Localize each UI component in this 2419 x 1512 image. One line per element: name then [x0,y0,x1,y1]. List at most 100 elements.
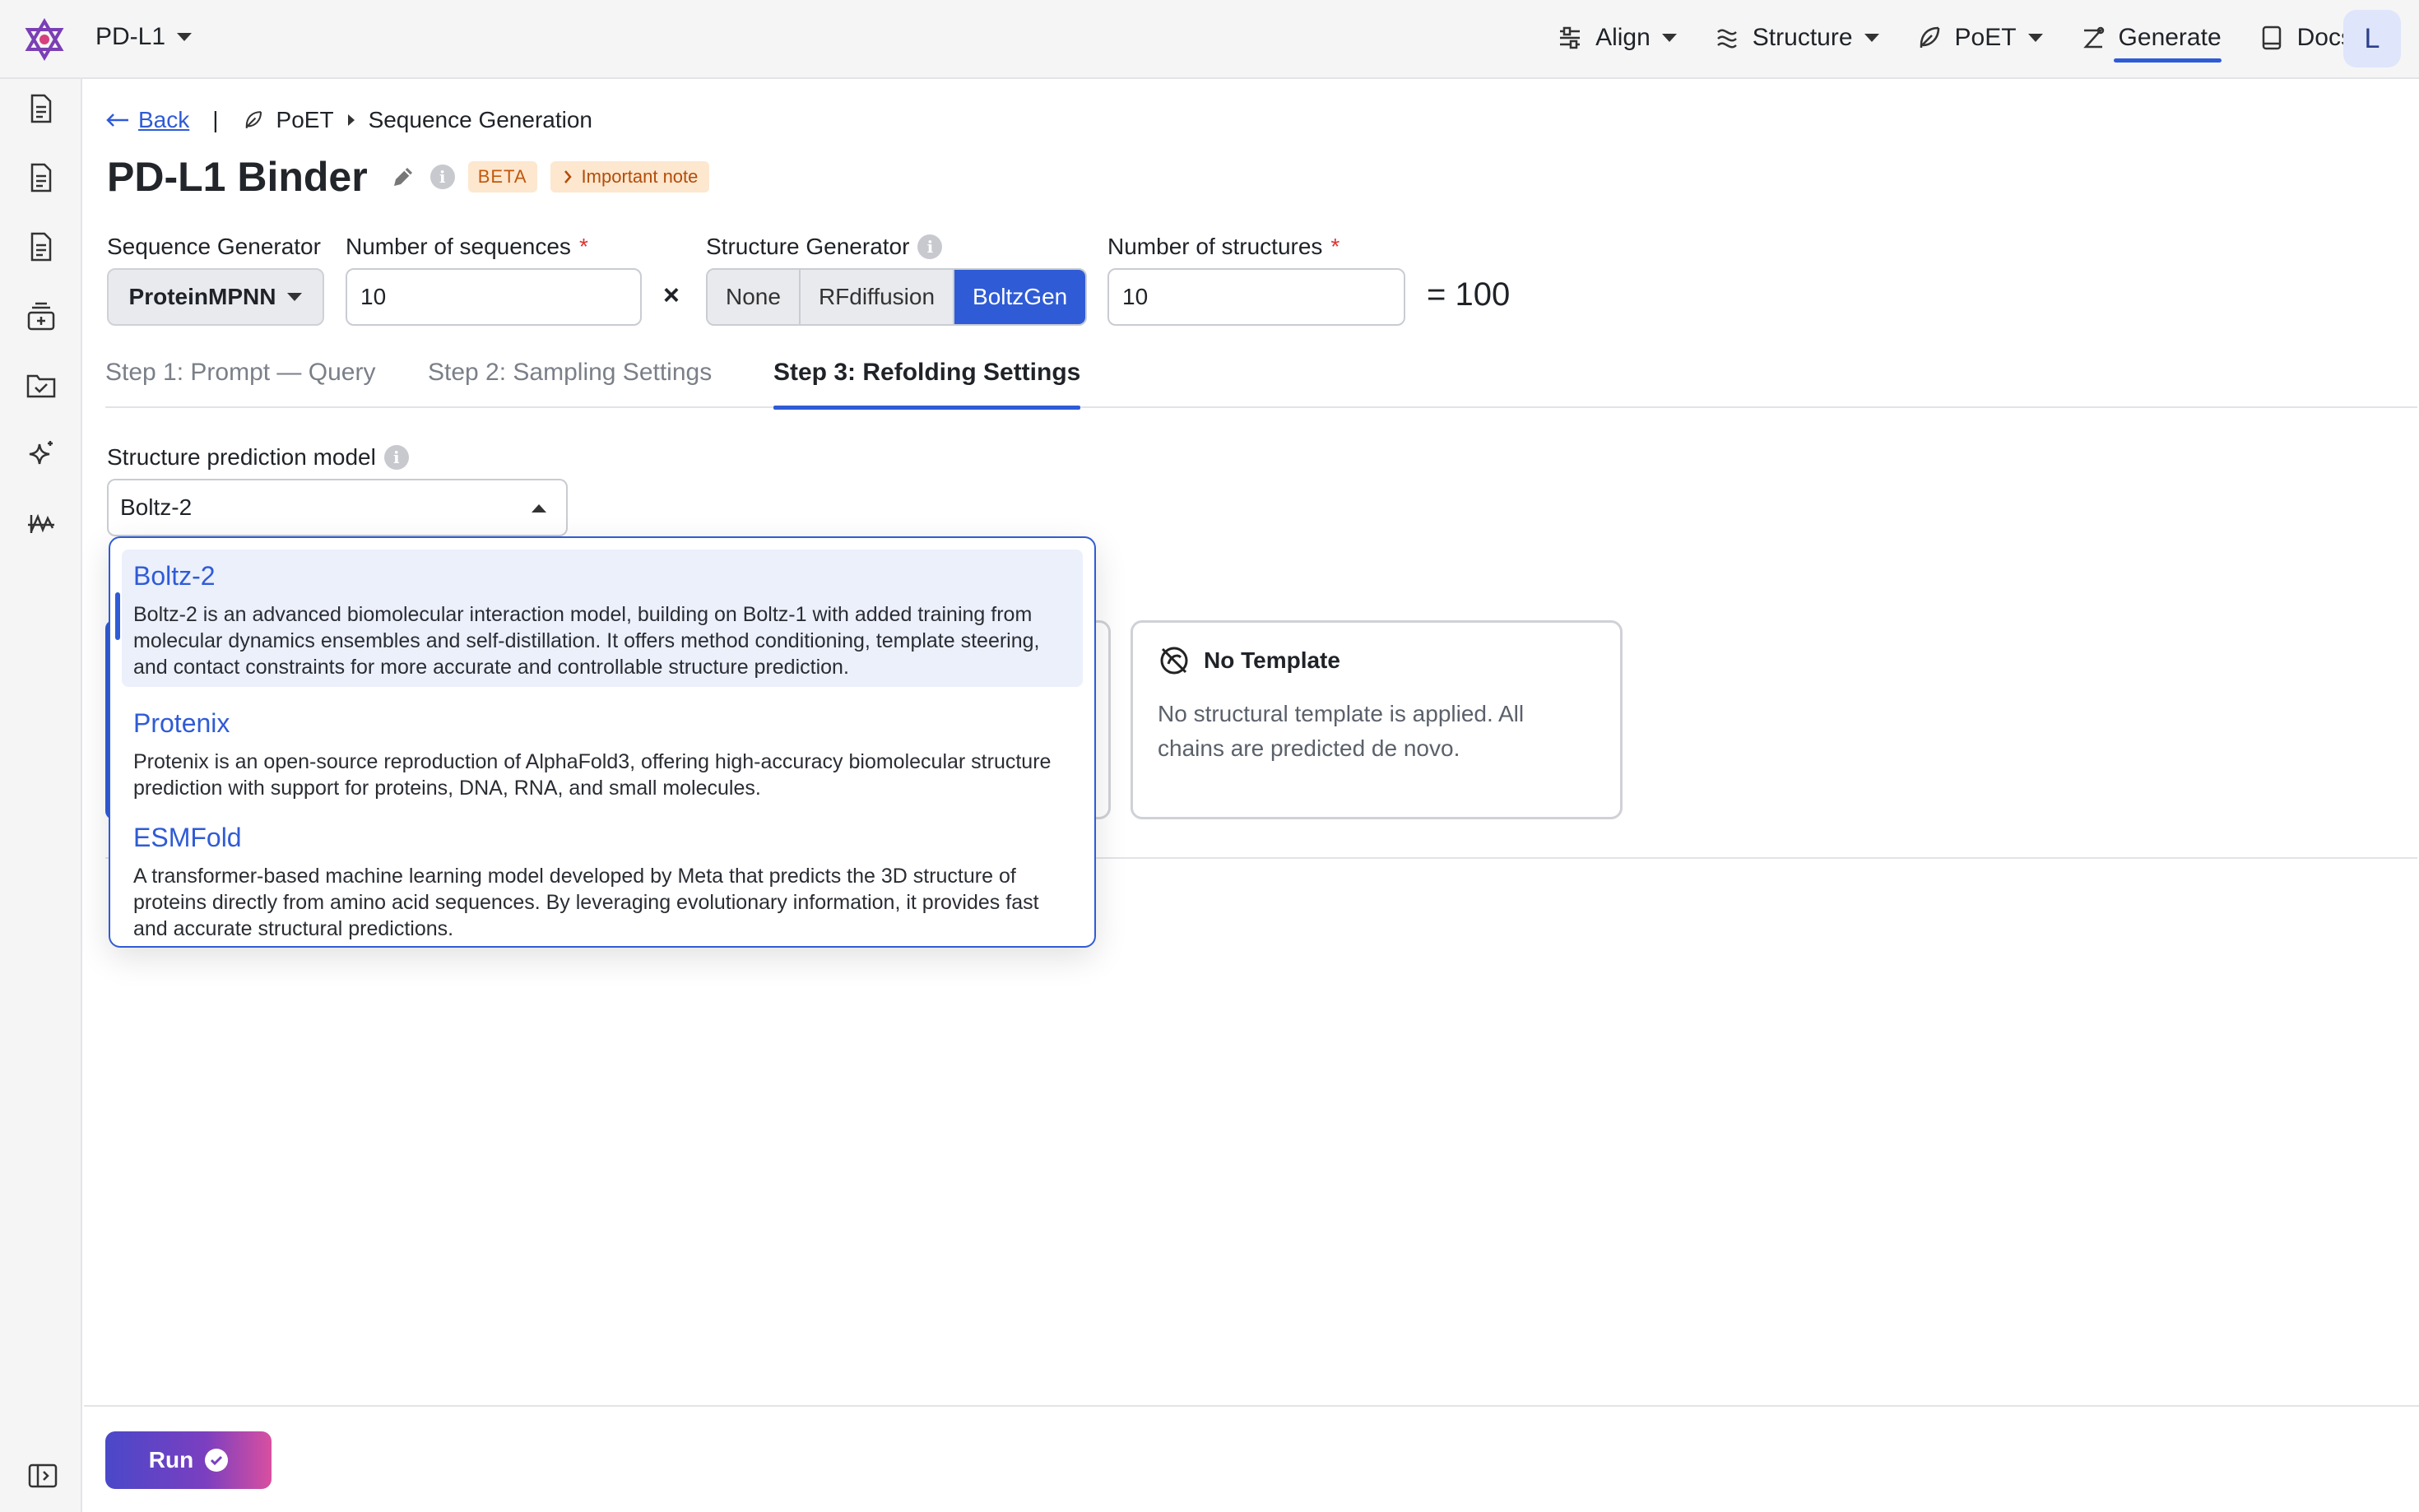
book-icon [2262,26,2281,50]
structure-model-select[interactable]: Boltz-2 [107,479,568,536]
option-description: A transformer-based machine learning mod… [133,865,1039,940]
option-description: Protenix is an open-source reproduction … [133,750,1052,800]
sequence-generator-dropdown[interactable]: ProteinMPNN [107,268,324,326]
num-sequences-input[interactable]: 10 [346,268,642,326]
waveform-icon [28,513,54,533]
structure-generator-none[interactable]: None [708,270,801,324]
dropdown-option-protenix[interactable]: Protenix Protenix is an open-source repr… [122,697,1083,808]
sidebar-collapse-icon[interactable] [26,1459,59,1492]
breadcrumb: Back | PoET Sequence Generation [105,107,592,133]
app-logo-icon[interactable] [21,16,67,63]
required-mark: * [578,234,588,259]
nav-structure-label: Structure [1752,24,1853,51]
total-count: = 100 [1427,276,1511,313]
step-tabs: Step 1: Prompt — Query Step 2: Sampling … [105,359,2417,410]
tab-step-3[interactable]: Step 3: Refolding Settings [773,359,1081,410]
template-card-no-template[interactable]: No Template No structural template is ap… [1131,620,1623,819]
structure-icon [1716,29,1737,49]
top-nav: Align Structure PoET Generate Docs [1520,18,2353,63]
back-label: Back [138,107,190,132]
folder-check-icon [26,374,56,398]
num-structures-label: Number of structures * [1107,234,1340,260]
label-text: Number of sequences [346,234,571,259]
required-mark: * [1330,234,1340,259]
label-text: Structure prediction model [107,444,376,470]
page-title: PD-L1 Binder [107,154,368,200]
sidebar [0,79,82,1512]
num-structures-value: 10 [1122,284,1149,309]
run-label: Run [148,1447,194,1473]
structure-generator-label: Structure Generator i [706,234,943,260]
label-text: Sequence Generator [107,234,321,259]
breadcrumb-page: Sequence Generation [368,107,592,132]
nav-generate[interactable]: Generate [2079,18,2222,63]
sidebar-item-dataset[interactable] [25,299,58,332]
generate-icon [2082,26,2104,49]
poet-icon [1920,26,1939,48]
project-name: PD-L1 [95,23,166,50]
breadcrumb-section[interactable]: PoET [276,107,334,133]
card-title: No Template [1204,647,1340,673]
document-icon [30,163,52,192]
chevron-right-icon [564,170,572,183]
structure-model-value: Boltz-2 [120,494,193,520]
nav-align-label: Align [1595,24,1651,51]
structure-model-dropdown: Boltz-2 Boltz-2 is an advanced biomolecu… [109,536,1096,948]
structure-model-label: Structure prediction model i [107,444,409,471]
nav-poet-label: PoET [1954,24,2017,51]
nav-docs[interactable]: Docs [2258,18,2353,58]
dropdown-option-boltz-2[interactable]: Boltz-2 Boltz-2 is an advanced biomolecu… [115,550,1083,687]
dataset-icon [27,302,55,331]
card-description: No structural template is applied. All c… [1158,701,1525,761]
pencil-icon[interactable] [389,163,417,191]
no-template-icon [1160,647,1188,675]
title-row: PD-L1 Binder i BETA Important note [107,153,710,201]
tab-step-2[interactable]: Step 2: Sampling Settings [428,359,712,408]
option-title: Protenix [133,708,230,738]
label-text: Number of structures [1107,234,1323,259]
dropdown-option-esmfold[interactable]: ESMFold A transformer-based machine lear… [122,811,1083,948]
sequence-generator-label: Sequence Generator [107,234,321,260]
option-title: Boltz-2 [133,561,216,591]
chevron-down-icon [177,33,193,41]
important-note-label: Important note [581,166,699,187]
nav-poet[interactable]: PoET [1915,18,2043,58]
option-title: ESMFold [133,823,242,852]
structure-generator-segmented: None RFdiffusion BoltzGen [706,268,1088,326]
document-icon [30,94,52,123]
poet-icon [245,111,262,128]
sidebar-item-folder[interactable] [25,369,58,401]
chevron-down-icon [1864,34,1879,42]
sidebar-item-document-1[interactable] [25,92,58,125]
chevron-right-icon [347,114,355,126]
breadcrumb-separator: | [212,107,219,132]
nav-structure[interactable]: Structure [1713,18,1879,58]
structure-generator-rfdiffusion[interactable]: RFdiffusion [800,270,955,324]
chevron-down-icon [1661,34,1677,42]
arrow-left-icon [106,114,128,127]
chevron-down-icon [2027,34,2043,42]
chevron-up-icon [532,504,546,513]
chevron-down-icon [287,293,303,301]
user-avatar[interactable]: L [2343,10,2401,67]
top-bar: PD-L1 Align Structure PoET Generate Docs… [0,0,2419,79]
sidebar-item-document-2[interactable] [25,161,58,194]
info-icon[interactable]: i [429,165,455,189]
check-circle-icon [205,1449,229,1472]
nav-generate-label: Generate [2118,24,2222,51]
structure-generator-boltzgen[interactable]: BoltzGen [954,270,1086,324]
sidebar-item-document-3[interactable] [25,230,58,263]
info-icon[interactable]: i [917,234,943,259]
sidebar-item-sparkle[interactable] [25,438,58,471]
num-structures-input[interactable]: 10 [1107,268,1405,326]
multiply-sign: × [663,280,680,311]
nav-align[interactable]: Align [1556,18,1677,58]
tab-step-1[interactable]: Step 1: Prompt — Query [105,359,375,408]
important-note-toggle[interactable]: Important note [550,161,710,192]
option-description: Boltz-2 is an advanced biomolecular inte… [133,603,1040,679]
sidebar-item-waveform[interactable] [25,507,58,540]
project-selector[interactable]: PD-L1 [95,23,193,51]
back-link[interactable]: Back [105,107,189,133]
info-icon[interactable]: i [383,445,409,470]
run-button[interactable]: Run [105,1431,272,1489]
